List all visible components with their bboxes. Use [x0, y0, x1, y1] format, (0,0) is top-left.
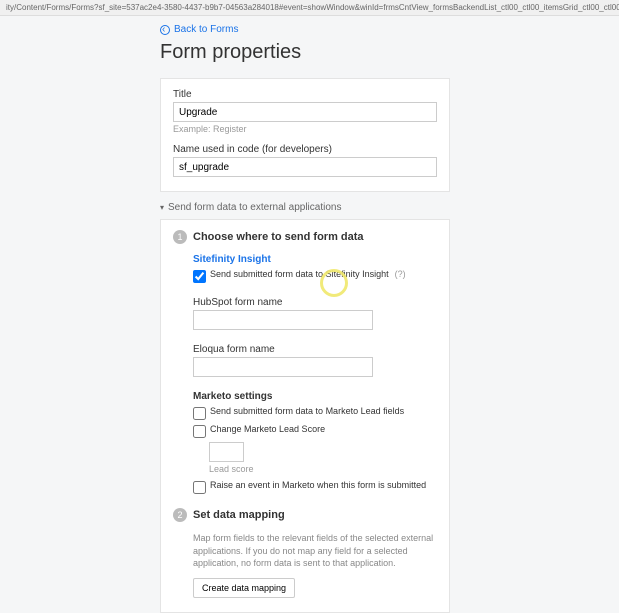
step-2-badge: 2 — [173, 508, 187, 522]
title-example: Example: Register — [173, 124, 437, 134]
title-label: Title — [173, 89, 437, 100]
eloqua-label: Eloqua form name — [193, 344, 437, 355]
page-title: Form properties — [160, 41, 619, 64]
insight-checkbox-label: Send submitted form data to Sitefinity I… — [210, 269, 389, 279]
basic-panel: Title Example: Register Name used in cod… — [160, 78, 450, 192]
marketo-lead-fields-row[interactable]: Send submitted form data to Marketo Lead… — [193, 406, 437, 420]
marketo-lead-fields-checkbox[interactable] — [193, 407, 206, 420]
address-bar[interactable]: ity/Content/Forms/Forms?sf_site=537ac2e4… — [0, 0, 619, 16]
marketo-event-row[interactable]: Raise an event in Marketo when this form… — [193, 480, 437, 494]
marketo-event-checkbox[interactable] — [193, 481, 206, 494]
hubspot-input[interactable] — [193, 310, 373, 330]
step-1-title: Choose where to send form data — [193, 231, 364, 243]
step-1-badge: 1 — [173, 230, 187, 244]
marketo-chk1-label: Send submitted form data to Marketo Lead… — [210, 406, 404, 416]
step-2-title: Set data mapping — [193, 509, 285, 521]
insight-heading: Sitefinity Insight — [193, 254, 437, 265]
marketo-lead-score-checkbox[interactable] — [193, 425, 206, 438]
codename-label: Name used in code (for developers) — [173, 144, 437, 155]
eloqua-input[interactable] — [193, 357, 373, 377]
marketo-chk2-label: Change Marketo Lead Score — [210, 424, 325, 434]
insight-checkbox-row[interactable]: Send submitted form data to Sitefinity I… — [193, 269, 437, 283]
back-to-forms-link[interactable]: Back to Forms — [160, 24, 238, 35]
hubspot-label: HubSpot form name — [193, 297, 437, 308]
help-icon[interactable]: (?) — [395, 269, 406, 279]
title-input[interactable] — [173, 102, 437, 122]
external-apps-expander[interactable]: Send form data to external applications — [160, 202, 450, 213]
back-arrow-icon — [160, 25, 170, 35]
create-data-mapping-button[interactable]: Create data mapping — [193, 578, 295, 598]
codename-input[interactable] — [173, 157, 437, 177]
marketo-chk3-label: Raise an event in Marketo when this form… — [210, 480, 426, 490]
insight-checkbox[interactable] — [193, 270, 206, 283]
marketo-lead-score-row[interactable]: Change Marketo Lead Score — [193, 424, 437, 438]
lead-score-sublabel: Lead score — [209, 464, 437, 474]
step-2-desc: Map form fields to the relevant fields o… — [193, 532, 437, 570]
lead-score-input[interactable] — [209, 442, 244, 462]
marketo-heading: Marketo settings — [193, 391, 437, 402]
back-link-label: Back to Forms — [174, 24, 238, 35]
external-apps-panel: 1 Choose where to send form data Sitefin… — [160, 219, 450, 613]
